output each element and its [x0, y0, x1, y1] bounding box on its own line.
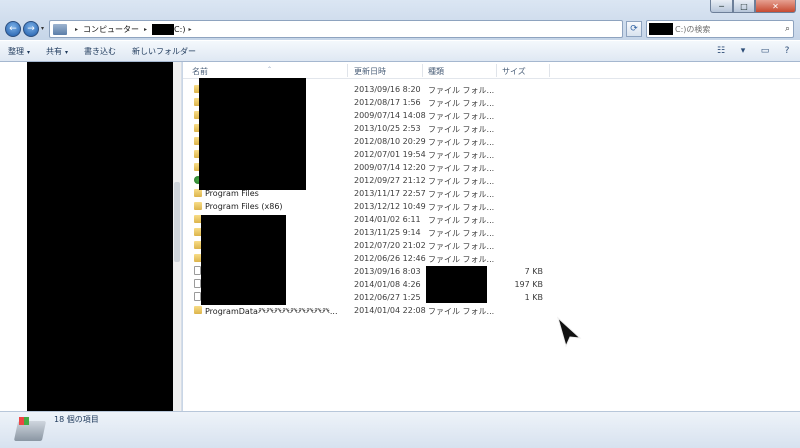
- file-type: ファイル フォル...: [428, 255, 495, 264]
- file-type: ファイル フォル...: [428, 242, 495, 251]
- file-type: ファイル フォル...: [428, 125, 495, 134]
- title-bar: ─ □ ✕ ← → ▾ ▸ コンピューター ▸ C:) ▸ ⟳ C:)の検索 ⌕: [0, 0, 800, 40]
- file-date: 2012/06/27 1:25: [354, 293, 421, 302]
- file-type: ファイル フォル...: [428, 190, 495, 199]
- file-type: ファイル フォル...: [428, 164, 495, 173]
- file-type: ファイル フォル...: [428, 99, 495, 108]
- file-list[interactable]: ⌃ 名前 更新日時 種類 サイズ 2013/09/16 8:20 ファイル フォル…: [183, 62, 800, 411]
- breadcrumb-separator[interactable]: ▸: [188, 26, 191, 33]
- file-date: 2009/07/14 12:20: [354, 163, 426, 172]
- file-date: 2014/01/04 22:08: [354, 306, 426, 315]
- mouse-pointer-icon: [557, 316, 582, 348]
- file-type: ファイル フォル...: [428, 138, 495, 147]
- file-date: 2012/08/10 20:29: [354, 137, 426, 146]
- file-size: 197 KB: [514, 280, 543, 289]
- folder-icon: [194, 189, 202, 197]
- sort-indicator-icon: ⌃: [267, 66, 273, 73]
- burn-button[interactable]: 書き込む: [76, 46, 124, 57]
- minimize-button[interactable]: ─: [710, 0, 733, 13]
- back-button[interactable]: ←: [5, 21, 21, 37]
- file-type: ファイル フォル...: [428, 307, 495, 316]
- close-button[interactable]: ✕: [755, 0, 796, 13]
- command-bar: 整理 ▾ 共有 ▾ 書き込む 新しいフォルダー ☷ ▾ ▭ ?: [0, 40, 800, 62]
- breadcrumb-drive[interactable]: C:): [174, 25, 185, 34]
- file-name: Program Files (x86): [205, 202, 283, 211]
- forward-button[interactable]: →: [23, 21, 39, 37]
- breadcrumb-computer[interactable]: コンピューター: [83, 24, 139, 35]
- column-date[interactable]: 更新日時: [354, 66, 386, 77]
- share-button[interactable]: 共有 ▾: [38, 46, 76, 57]
- chevron-down-icon[interactable]: ▾: [736, 45, 750, 57]
- table-row[interactable]: Program Files (x86) 2013/12/12 10:49 ファイル …: [183, 200, 563, 213]
- file-date: 2013/09/16 8:03: [354, 267, 421, 276]
- file-size: 1 KB: [524, 293, 543, 302]
- status-bar: 18 個の項目: [0, 411, 800, 448]
- table-row[interactable]: ProgramData癶癶癶癶癶癶癶癶癶... 2014/01/04 22:08 フ…: [183, 304, 563, 317]
- file-size: 7 KB: [524, 267, 543, 276]
- search-icon[interactable]: ⌕: [785, 24, 790, 34]
- address-bar[interactable]: ▸ コンピューター ▸ C:) ▸: [49, 20, 623, 38]
- column-size[interactable]: サイズ: [502, 66, 526, 77]
- navigation-scrollbar[interactable]: [173, 62, 181, 411]
- redacted-file-types: [426, 266, 487, 303]
- file-type: ファイル フォル...: [428, 203, 495, 212]
- search-placeholder: C:)の検索: [675, 24, 711, 34]
- maximize-button[interactable]: □: [733, 0, 755, 13]
- file-date: 2012/09/27 21:12: [354, 176, 426, 185]
- organize-button[interactable]: 整理 ▾: [0, 46, 38, 57]
- file-date: 2013/12/12 10:49: [354, 202, 426, 211]
- redacted-navigation-tree: [27, 62, 173, 411]
- breadcrumb-separator[interactable]: ▸: [75, 26, 78, 33]
- column-type[interactable]: 種類: [428, 66, 444, 77]
- file-name: ProgramData癶癶癶癶癶癶癶癶癶...: [205, 307, 338, 316]
- redacted-search-label: [649, 23, 673, 35]
- refresh-button[interactable]: ⟳: [626, 21, 642, 37]
- file-type: ファイル フォル...: [428, 112, 495, 121]
- explorer-window: ─ □ ✕ ← → ▾ ▸ コンピューター ▸ C:) ▸ ⟳ C:)の検索 ⌕…: [0, 0, 800, 448]
- redacted-folder-names: [201, 215, 286, 305]
- search-input[interactable]: C:)の検索 ⌕: [646, 20, 794, 38]
- file-icon: [194, 279, 201, 288]
- navigation-pane[interactable]: [0, 62, 182, 411]
- windows-logo-icon: [19, 417, 29, 425]
- view-options-icon[interactable]: ☷: [714, 45, 728, 57]
- new-folder-button[interactable]: 新しいフォルダー: [124, 46, 204, 57]
- file-date: 2013/11/25 9:14: [354, 228, 421, 237]
- file-date: 2012/07/20 21:02: [354, 241, 426, 250]
- scrollbar-thumb[interactable]: [174, 182, 180, 262]
- column-name[interactable]: 名前: [192, 66, 208, 77]
- file-date: 2012/06/26 12:46: [354, 254, 426, 263]
- file-date: 2014/01/02 6:11: [354, 215, 421, 224]
- file-type: ファイル フォル...: [428, 216, 495, 225]
- file-name: Program Files: [205, 189, 259, 198]
- file-date: 2012/08/17 1:56: [354, 98, 421, 107]
- file-type: ファイル フォル...: [428, 86, 495, 95]
- folder-icon: [194, 306, 202, 314]
- recent-pages-dropdown[interactable]: ▾: [41, 25, 44, 32]
- file-date: 2012/07/01 19:54: [354, 150, 426, 159]
- help-icon[interactable]: ?: [780, 45, 794, 57]
- file-icon: [194, 292, 201, 301]
- file-date: 2009/07/14 14:08: [354, 111, 426, 120]
- file-type: ファイル フォル...: [428, 151, 495, 160]
- file-date: 2013/11/17 22:57: [354, 189, 426, 198]
- file-type: ファイル フォル...: [428, 229, 495, 238]
- file-date: 2013/10/25 2:53: [354, 124, 421, 133]
- folder-icon: [194, 202, 202, 210]
- file-date: 2014/01/08 4:26: [354, 280, 421, 289]
- redacted-drive-label: [152, 23, 175, 35]
- redacted-folder-names: [199, 78, 306, 190]
- column-headers: ⌃ 名前 更新日時 種類 サイズ: [183, 62, 800, 79]
- breadcrumb-separator[interactable]: ▸: [144, 26, 147, 33]
- item-count: 18 個の項目: [54, 415, 99, 424]
- file-date: 2013/09/16 8:20: [354, 85, 421, 94]
- file-icon: [194, 266, 201, 275]
- window-controls: ─ □ ✕: [710, 0, 796, 13]
- preview-pane-icon[interactable]: ▭: [758, 45, 772, 57]
- computer-icon: [53, 23, 67, 35]
- file-type: ファイル フォル...: [428, 177, 495, 186]
